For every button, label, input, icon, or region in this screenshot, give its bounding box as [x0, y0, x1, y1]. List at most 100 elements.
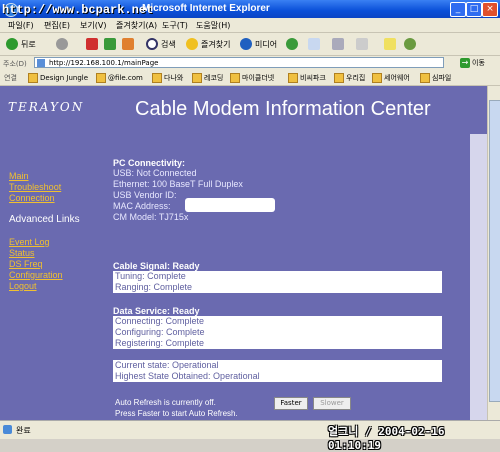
pc-usb-vendor: USB Vendor ID: [113, 190, 177, 200]
nav-connection-link[interactable]: Connection [9, 193, 55, 203]
close-button[interactable]: × [482, 2, 498, 17]
media-button[interactable]: 미디어 [240, 37, 277, 51]
go-button[interactable]: → 이동 [460, 58, 485, 68]
link-label: @file.com [108, 74, 143, 82]
print-button[interactable] [332, 37, 344, 51]
address-input[interactable]: http://192.168.100.1/mainPage [34, 57, 444, 68]
edit-button[interactable] [356, 37, 368, 51]
highest-state: Highest State Obtained: Operational [113, 371, 442, 382]
menu-file[interactable]: 파일(F) [8, 20, 34, 31]
messenger-icon [404, 38, 416, 50]
links-label: 연결 [4, 74, 17, 82]
forward-arrow-icon [56, 38, 68, 50]
search-button[interactable]: 검색 [146, 37, 176, 51]
back-label: 뒤로 [21, 39, 36, 49]
page-title: Cable Modem Information Center [135, 98, 431, 120]
link-page-icon [372, 73, 382, 83]
auto-refresh-line1: Auto Refresh is currently off. [115, 398, 216, 407]
link-label: 심파일 [432, 74, 452, 82]
nav-logout-link[interactable]: Logout [9, 281, 37, 291]
link-label: 비씨파크 [300, 74, 326, 82]
mail-icon [308, 38, 320, 50]
data-service-panel: Data Service: Ready Connecting: Complete… [113, 306, 442, 349]
link-page-icon [230, 73, 240, 83]
address-bar: 주소(D) http://192.168.100.1/mainPage → 이동 [0, 56, 500, 72]
auto-refresh-line2: Press Faster to start Auto Refresh. [115, 409, 238, 418]
nav-status-link[interactable]: Status [9, 248, 35, 258]
scrollbar-thumb[interactable] [489, 100, 500, 402]
link-page-icon [96, 73, 106, 83]
links-bar: 연결 Design Jungle @file.com 다나와 레코딩 마이클더넷… [0, 71, 500, 86]
refresh-button[interactable] [104, 37, 116, 51]
messenger-button[interactable] [404, 37, 416, 51]
address-value: http://192.168.100.1/mainPage [49, 59, 159, 67]
go-arrow-icon: → [460, 58, 470, 68]
vertical-scrollbar[interactable] [487, 86, 500, 420]
history-button[interactable] [286, 37, 298, 51]
menu-help[interactable]: 도움말(H) [196, 20, 230, 31]
data-registering-status: Registering: Complete [113, 338, 442, 349]
cable-tuning-status: Tuning: Complete [113, 271, 442, 282]
menu-bar: 파일(F) 편집(E) 보기(V) 즐겨찾기(A) 도구(T) 도움말(H) [0, 18, 500, 33]
link-item[interactable]: 다나와 [152, 73, 183, 83]
nav-configuration-link[interactable]: Configuration [9, 270, 63, 280]
pc-cm-model: CM Model: TJ715x [113, 212, 189, 222]
favorites-label: 즐겨찾기 [201, 39, 231, 49]
link-label: 우리집 [346, 74, 366, 82]
nav-main-link[interactable]: Main [9, 171, 29, 181]
browser-window: http://www.bcpark.net Microsoft Internet… [0, 0, 500, 452]
favorites-button[interactable]: 즐겨찾기 [186, 37, 230, 51]
folder-icon [384, 38, 396, 50]
mail-button[interactable] [308, 37, 320, 51]
nav-ds-freq-link[interactable]: DS Freq [9, 259, 43, 269]
link-label: Design Jungle [40, 74, 89, 82]
discuss-button[interactable] [384, 37, 396, 51]
pc-connectivity-heading: PC Connectivity: [113, 158, 442, 168]
state-panel: Current state: Operational Highest State… [113, 360, 442, 382]
refresh-icon [104, 38, 116, 50]
link-page-icon [420, 73, 430, 83]
redaction-mark [185, 198, 275, 212]
nav-event-log-link[interactable]: Event Log [9, 237, 50, 247]
minimize-button[interactable]: _ [450, 2, 466, 17]
history-icon [286, 38, 298, 50]
link-item[interactable]: 마이클더넷 [230, 73, 274, 83]
print-icon [332, 38, 344, 50]
link-page-icon [192, 73, 202, 83]
data-service-heading: Data Service: Ready [113, 306, 442, 316]
nav-troubleshoot-link[interactable]: Troubleshoot [9, 182, 61, 192]
title-bar: http://www.bcpark.net Microsoft Internet… [0, 0, 500, 18]
terayon-logo: TERAYON [8, 100, 85, 114]
link-label: 다나와 [164, 74, 184, 82]
link-item[interactable]: Design Jungle [28, 73, 88, 83]
forward-button[interactable] [56, 37, 68, 51]
search-label: 검색 [161, 39, 176, 49]
edit-icon [356, 38, 368, 50]
link-item[interactable]: 심파일 [420, 73, 451, 83]
link-item[interactable]: 비씨파크 [288, 73, 326, 83]
link-item[interactable]: 세어웨어 [372, 73, 410, 83]
home-button[interactable] [122, 37, 134, 51]
stop-button[interactable] [86, 37, 98, 51]
data-connecting-status: Connecting: Complete [113, 316, 442, 327]
menu-edit[interactable]: 편집(E) [44, 20, 70, 31]
faster-button[interactable]: Faster [274, 397, 308, 410]
maximize-button[interactable]: □ [466, 2, 482, 17]
nav-sidebar: Main Troubleshoot Connection Advanced Li… [0, 134, 107, 420]
cable-signal-heading: Cable Signal: Ready [113, 261, 442, 271]
link-item[interactable]: 우리집 [334, 73, 365, 83]
link-item[interactable]: @file.com [96, 73, 143, 83]
page-done-icon [3, 425, 12, 434]
back-arrow-icon [6, 38, 18, 50]
status-bar: 완료 얼크니 / 2004-02-16 01:10:19 [0, 420, 500, 452]
page-banner: TERAYON Cable Modem Information Center [0, 86, 500, 134]
back-button[interactable]: 뒤로 [6, 37, 36, 51]
page-icon [37, 59, 45, 67]
menu-tools[interactable]: 도구(T) [162, 20, 188, 31]
menu-view[interactable]: 보기(V) [80, 20, 106, 31]
address-label: 주소(D) [3, 60, 27, 68]
slower-button[interactable]: Slower [313, 397, 351, 410]
link-item[interactable]: 레코딩 [192, 73, 223, 83]
menu-favorites[interactable]: 즐겨찾기(A) [116, 20, 157, 31]
media-icon [240, 38, 252, 50]
